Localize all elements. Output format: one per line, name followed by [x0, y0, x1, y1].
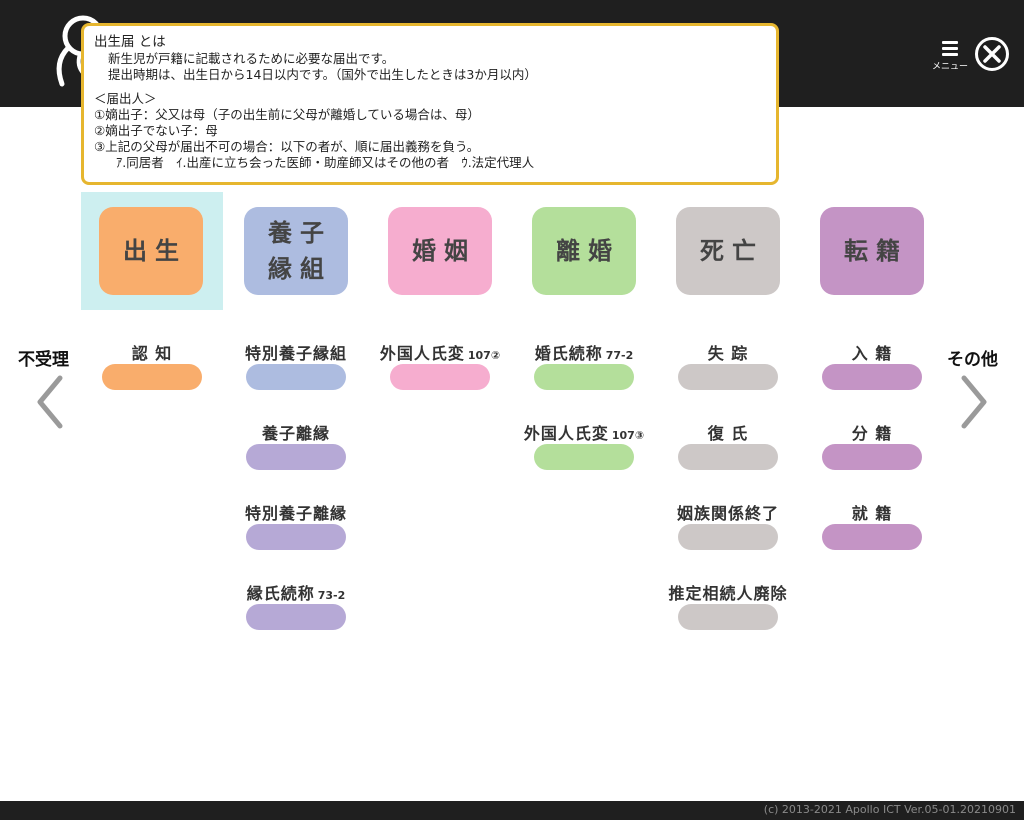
sub-label-foreign-surname-change-marriage: 外国人氏変 107②: [379, 344, 501, 363]
info-description: 新生児が戸籍に記載されるために必要な届出です。: [108, 51, 395, 66]
info-tooltip: 出生届 とは 新生児が戸籍に記載されるために必要な届出です。 提出時期は、出生日…: [81, 23, 779, 185]
sub-button-foreign-surname-change-marriage[interactable]: [390, 364, 490, 390]
sub-label-disappearance: 失 踪: [707, 344, 749, 363]
chevron-left-icon[interactable]: [32, 372, 68, 432]
category-marriage-button[interactable]: 婚姻: [388, 207, 492, 295]
info-notifier-heading: ＜届出人＞: [94, 91, 157, 106]
nav-left-label: 不受理: [18, 350, 69, 370]
sub-button-disappearance[interactable]: [678, 364, 778, 390]
category-label: 婚姻: [412, 237, 476, 265]
menu-button[interactable]: メニュー: [930, 38, 970, 78]
sub-label-adoption-surname-continuation: 縁氏続称 73-2: [246, 584, 346, 603]
close-circle-icon[interactable]: [974, 36, 1010, 72]
footer-bar: (c) 2013-2021 Apollo ICT Ver.05-01.20210…: [0, 801, 1024, 820]
sub-label-affinity-termination: 姻族関係終了: [676, 504, 779, 523]
nav-right-label: その他: [947, 350, 998, 370]
sub-button-heir-disinheritance[interactable]: [678, 604, 778, 630]
copyright-text: (c) 2013-2021 Apollo ICT Ver.05-01.20210…: [763, 803, 1016, 816]
sub-button-registry-creation[interactable]: [822, 524, 922, 550]
sub-label-acknowledgment: 認 知: [131, 344, 173, 363]
sub-label-surname-restoration: 復 氏: [707, 424, 749, 443]
info-rule: ③上記の父母が届出不可の場合：以下の者が、順に届出義務を負う。: [94, 139, 480, 154]
sub-button-adoption-surname-continuation[interactable]: [246, 604, 346, 630]
category-divorce-button[interactable]: 離婚: [532, 207, 636, 295]
sub-label-foreign-surname-change-divorce: 外国人氏変 107③: [523, 424, 645, 443]
category-death-button[interactable]: 死亡: [676, 207, 780, 295]
sub-button-special-adoption[interactable]: [246, 364, 346, 390]
sub-button-affinity-termination[interactable]: [678, 524, 778, 550]
category-label: 死亡: [700, 237, 764, 265]
sub-label-registry-entry: 入 籍: [851, 344, 893, 363]
info-deadline: 提出時期は、出生日から14日以内です。（国外で出生したときは3か月以内）: [108, 67, 537, 82]
sub-label-registry-separation: 分 籍: [851, 424, 893, 443]
sub-button-adoption-dissolution[interactable]: [246, 444, 346, 470]
sub-button-surname-restoration[interactable]: [678, 444, 778, 470]
menu-label: メニュー: [931, 62, 968, 72]
sub-button-foreign-surname-change-divorce[interactable]: [534, 444, 634, 470]
category-label: 離婚: [556, 237, 620, 265]
category-label: 出生: [123, 237, 187, 265]
category-adoption-button[interactable]: 養子 縁組: [244, 207, 348, 295]
category-birth-button[interactable]: 出生: [99, 207, 203, 295]
sub-button-acknowledgment[interactable]: [102, 364, 202, 390]
sub-label-special-adoption-dissolution: 特別養子離縁: [244, 504, 347, 523]
sub-label-adoption-dissolution: 養子離縁: [261, 424, 330, 443]
info-rule: ｱ.同居者 ｲ.出産に立ち会った医師・助産師又はその他の者 ｳ.法定代理人: [116, 155, 535, 170]
sub-button-registry-entry[interactable]: [822, 364, 922, 390]
category-label: 転籍: [844, 237, 908, 265]
info-rule: ②嫡出子でない子：母: [94, 123, 218, 138]
sub-button-marriage-surname-continuation[interactable]: [534, 364, 634, 390]
sub-label-special-adoption: 特別養子縁組: [244, 344, 347, 363]
sub-label-registry-creation: 就 籍: [851, 504, 893, 523]
hamburger-icon: [942, 41, 958, 56]
info-title: 出生届 とは: [94, 34, 166, 50]
info-rule: ①嫡出子：父又は母（子の出生前に父母が離婚している場合は、母）: [94, 107, 480, 122]
chevron-right-icon[interactable]: [956, 372, 992, 432]
category-label: 養子 縁組: [268, 219, 332, 283]
sub-label-marriage-surname-continuation: 婚氏続称 77-2: [534, 344, 634, 363]
sub-button-registry-separation[interactable]: [822, 444, 922, 470]
sub-label-heir-disinheritance: 推定相続人廃除: [668, 584, 788, 603]
sub-button-special-adoption-dissolution[interactable]: [246, 524, 346, 550]
category-transfer-button[interactable]: 転籍: [820, 207, 924, 295]
